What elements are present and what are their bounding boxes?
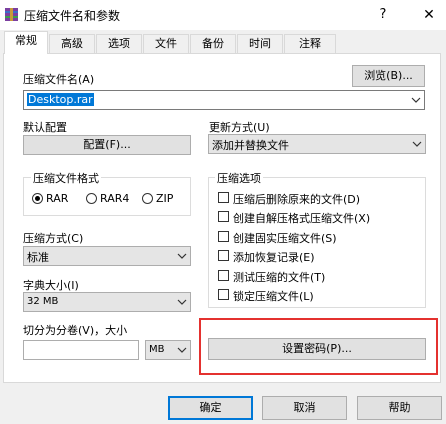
update-mode-label: 更新方式(U) xyxy=(209,121,270,134)
add-recovery-label: 添加恢复记录(E) xyxy=(233,251,315,264)
archive-name-field[interactable]: Desktop.rar xyxy=(23,90,425,110)
format-rar-radio[interactable] xyxy=(32,193,43,204)
archive-options-label: 压缩选项 xyxy=(215,170,263,186)
browse-button[interactable]: 浏览(B)... xyxy=(352,65,425,87)
update-mode-select[interactable]: 添加并替换文件 xyxy=(208,134,426,154)
lock-archive-label: 锁定压缩文件(L) xyxy=(233,290,314,303)
tab-general[interactable]: 常规 xyxy=(4,31,48,54)
add-recovery-checkbox[interactable] xyxy=(218,250,229,261)
chevron-down-icon[interactable] xyxy=(177,344,187,356)
archive-name-label: 压缩文件名(A) xyxy=(23,73,95,86)
chevron-down-icon[interactable] xyxy=(177,250,187,262)
dictionary-size-label: 字典大小(I) xyxy=(23,279,79,292)
archive-name-value: Desktop.rar xyxy=(27,93,94,106)
delete-after-checkbox[interactable] xyxy=(218,192,229,203)
create-sfx-checkbox[interactable] xyxy=(218,211,229,222)
ok-button[interactable]: 确定 xyxy=(168,396,253,420)
format-zip-label: ZIP xyxy=(156,192,174,205)
profiles-button[interactable]: 配置(F)... xyxy=(23,135,191,155)
help-button[interactable]: 帮助 xyxy=(357,396,442,420)
tab-options[interactable]: 选项 xyxy=(96,34,142,53)
tab-strip: 常规 高级 选项 文件 备份 时间 注释 xyxy=(0,31,446,54)
cancel-button[interactable]: 取消 xyxy=(262,396,347,420)
compression-method-select[interactable]: 标准 xyxy=(23,246,191,266)
create-sfx-label: 创建自解压格式压缩文件(X) xyxy=(233,212,371,225)
compression-method-value: 标准 xyxy=(27,251,49,264)
split-unit-value: MB xyxy=(149,344,165,355)
format-rar-label: RAR xyxy=(46,192,69,205)
create-solid-label: 创建固实压缩文件(S) xyxy=(233,232,337,245)
chevron-down-icon[interactable] xyxy=(411,94,421,106)
split-size-input[interactable] xyxy=(23,340,139,360)
lock-archive-checkbox[interactable] xyxy=(218,289,229,300)
test-archive-checkbox[interactable] xyxy=(218,270,229,281)
delete-after-label: 压缩后删除原来的文件(D) xyxy=(233,193,361,206)
split-unit-select[interactable]: MB xyxy=(145,340,191,360)
winrar-app-icon xyxy=(5,8,18,21)
dictionary-size-select[interactable]: 32 MB xyxy=(23,292,191,312)
update-mode-value: 添加并替换文件 xyxy=(212,139,289,152)
tab-time[interactable]: 时间 xyxy=(237,34,283,53)
close-icon[interactable]: ✕ xyxy=(414,5,444,25)
chevron-down-icon[interactable] xyxy=(412,138,422,150)
window-title: 压缩文件名和参数 xyxy=(24,9,121,23)
test-archive-label: 测试压缩的文件(T) xyxy=(233,271,326,284)
dictionary-size-value: 32 MB xyxy=(27,296,59,307)
tab-files[interactable]: 文件 xyxy=(143,34,189,53)
set-password-button[interactable]: 设置密码(P)... xyxy=(208,338,426,360)
compression-method-label: 压缩方式(C) xyxy=(23,232,84,245)
tab-advanced[interactable]: 高级 xyxy=(49,34,95,53)
archive-format-label: 压缩文件格式 xyxy=(31,170,101,186)
split-volumes-label: 切分为分卷(V)，大小 xyxy=(23,324,128,337)
format-rar4-label: RAR4 xyxy=(100,192,130,205)
help-icon[interactable]: ? xyxy=(368,5,398,25)
chevron-down-icon[interactable] xyxy=(177,296,187,308)
format-zip-radio[interactable] xyxy=(142,193,153,204)
tab-backup[interactable]: 备份 xyxy=(190,34,236,53)
format-rar4-radio[interactable] xyxy=(86,193,97,204)
create-solid-checkbox[interactable] xyxy=(218,231,229,242)
title-bar: 压缩文件名和参数 ? ✕ xyxy=(0,0,446,30)
default-profile-label: 默认配置 xyxy=(23,121,67,134)
tab-comment[interactable]: 注释 xyxy=(284,34,336,53)
